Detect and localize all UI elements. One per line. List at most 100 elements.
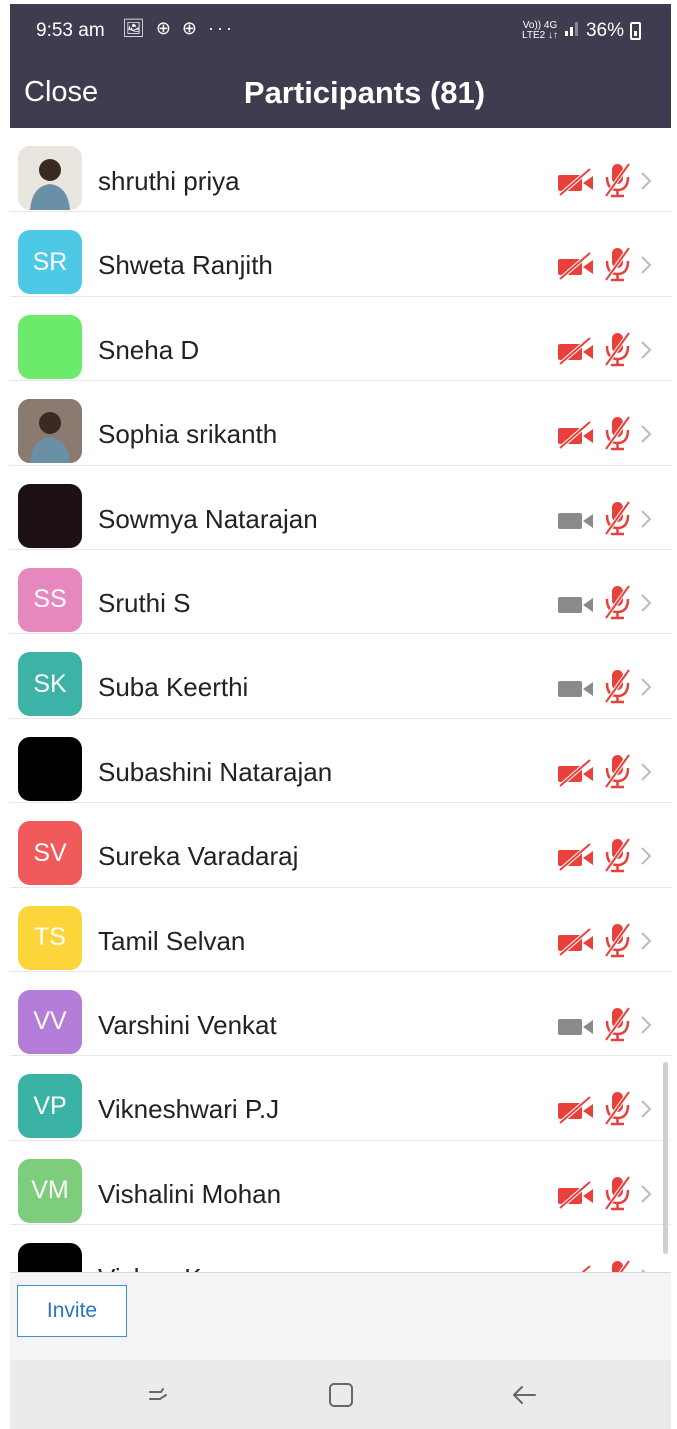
avatar	[18, 399, 82, 464]
participant-row[interactable]: Sowmya Natarajan	[10, 466, 671, 550]
video-off-icon	[556, 1180, 596, 1210]
mic-muted-icon	[602, 837, 632, 873]
mic-muted-icon	[602, 668, 632, 704]
participant-name: Subashini Natarajan	[98, 756, 333, 787]
mic-muted-icon	[602, 1090, 632, 1126]
mic-muted-icon	[602, 1175, 632, 1211]
chevron-right-icon	[639, 676, 653, 698]
mic-muted-icon	[602, 1259, 632, 1272]
avatar: VV	[18, 989, 82, 1054]
chevron-right-icon	[639, 339, 653, 361]
avatar: SS	[18, 567, 82, 632]
participant-row[interactable]: SK Suba Keerthi	[10, 634, 671, 719]
participant-row[interactable]: Sophia srikanth	[10, 381, 671, 466]
participant-row[interactable]: Vishnu Kumar	[10, 1225, 671, 1272]
invite-button[interactable]: Invite	[17, 1285, 127, 1337]
mic-muted-icon	[602, 753, 632, 789]
avatar: VM	[18, 1158, 82, 1223]
participant-row[interactable]: Sneha D	[10, 297, 671, 382]
video-off-icon	[556, 842, 596, 872]
video-off-icon	[556, 251, 596, 281]
home-icon[interactable]	[322, 1380, 362, 1410]
participant-list: shruthi priya SR Shweta Ranjith Sneha D Soph…	[10, 128, 671, 1272]
participant-row[interactable]: Subashini Natarajan	[10, 719, 671, 804]
chevron-right-icon	[639, 170, 653, 192]
signal-icon	[564, 20, 580, 42]
scrollbar[interactable]	[663, 1062, 668, 1254]
participant-name: Sowmya Natarajan	[98, 503, 318, 534]
mic-muted-icon	[602, 162, 632, 198]
avatar	[18, 1243, 82, 1272]
avatar-initials: VV	[33, 1007, 67, 1036]
participant-name: shruthi priya	[98, 166, 240, 196]
avatar-initials: SR	[32, 247, 68, 276]
avatar	[18, 483, 82, 548]
avatar: TS	[18, 905, 82, 970]
avatar: SK	[18, 652, 82, 717]
participant-name: Sneha D	[98, 334, 200, 365]
participant-row[interactable]: TS Tamil Selvan	[10, 888, 671, 972]
participant-name: Varshini Venkat	[98, 1009, 277, 1040]
status-bar: 9:53 am 🖼 ⊕ ⊕ ··· Vo)) 4G LTE2 ↓↑ 36%	[10, 4, 671, 60]
chevron-right-icon	[639, 1098, 653, 1120]
video-off-icon	[556, 1264, 596, 1272]
battery-icon	[630, 22, 641, 40]
participant-name: Vishnu Kumar	[98, 1263, 261, 1272]
mic-muted-icon	[602, 415, 632, 451]
avatar: SV	[18, 821, 82, 886]
mic-muted-icon	[602, 922, 632, 958]
participant-name: Tamil Selvan	[98, 925, 246, 956]
chevron-right-icon	[639, 930, 653, 952]
avatar	[18, 314, 82, 379]
video-on-icon	[556, 506, 596, 534]
chevron-right-icon	[639, 845, 653, 867]
participant-name: Suba Keerthi	[98, 672, 249, 703]
participant-name: Sruthi S	[98, 587, 191, 618]
network-label-bottom: LTE2 ↓↑	[522, 30, 558, 41]
video-on-icon	[556, 1012, 596, 1040]
mic-muted-icon	[602, 500, 632, 536]
chevron-right-icon	[639, 1183, 653, 1205]
chevron-right-icon	[639, 761, 653, 783]
participant-name: Sureka Varadaraj	[98, 841, 299, 872]
video-on-icon	[556, 674, 596, 702]
participant-row[interactable]: SS Sruthi S	[10, 550, 671, 635]
chevron-right-icon	[639, 508, 653, 530]
participant-row[interactable]: VV Varshini Venkat	[10, 972, 671, 1057]
participant-row[interactable]: SV Sureka Varadaraj	[10, 803, 671, 888]
recent-apps-icon[interactable]	[139, 1380, 179, 1410]
battery-percent: 36%	[585, 20, 624, 41]
participant-row[interactable]: VP Vikneshwari P.J	[10, 1056, 671, 1141]
notification-icons: 🖼 ⊕ ⊕ ···	[122, 18, 236, 38]
video-off-icon	[556, 336, 596, 366]
footer-bar: Invite	[10, 1272, 671, 1363]
avatar	[18, 146, 82, 210]
avatar-initials: VM	[31, 1176, 69, 1205]
avatar: SR	[18, 230, 82, 295]
avatar-initials: VP	[33, 1091, 67, 1120]
video-off-icon	[556, 420, 596, 450]
participant-name: Vikneshwari P.J	[98, 1094, 280, 1125]
participant-row[interactable]: SR Shweta Ranjith	[10, 212, 671, 297]
video-off-icon	[556, 927, 596, 957]
avatar-initials: SV	[33, 838, 67, 867]
page-title: Participants (81)	[243, 75, 486, 110]
android-nav-bar	[10, 1360, 671, 1429]
video-off-icon	[556, 758, 596, 788]
avatar	[18, 736, 82, 801]
avatar: VP	[18, 1074, 82, 1139]
status-indicators: Vo)) 4G LTE2 ↓↑ 36%	[522, 20, 641, 42]
app-frame: 9:53 am 🖼 ⊕ ⊕ ··· Vo)) 4G LTE2 ↓↑ 36% Cl…	[10, 4, 671, 1429]
participant-row[interactable]: shruthi priya	[10, 128, 671, 213]
mic-muted-icon	[602, 584, 632, 620]
video-off-icon	[556, 167, 596, 197]
mic-muted-icon	[602, 1006, 632, 1042]
back-icon[interactable]	[505, 1380, 545, 1410]
avatar-initials: SK	[33, 669, 67, 698]
mic-muted-icon	[602, 331, 632, 367]
participant-name: Vishalini Mohan	[98, 1178, 282, 1209]
participant-row[interactable]: VM Vishalini Mohan	[10, 1141, 671, 1226]
participant-name: Sophia srikanth	[98, 419, 278, 450]
header-bar: Close Participants (81)	[10, 60, 671, 128]
network-icon: Vo)) 4G LTE2 ↓↑	[522, 21, 558, 41]
